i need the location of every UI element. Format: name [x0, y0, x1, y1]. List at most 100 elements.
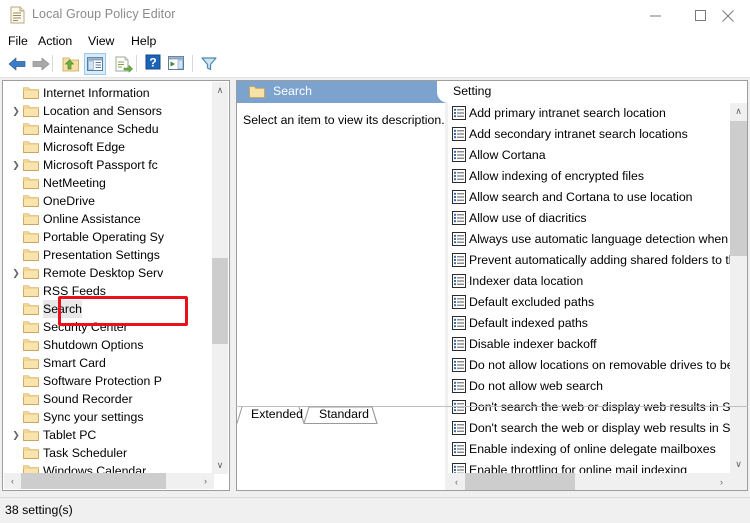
close-button[interactable] — [705, 0, 750, 31]
setting-row[interactable]: Allow search and Cortana to use location — [448, 187, 730, 208]
setting-row[interactable]: Disable indexer backoff — [448, 334, 730, 355]
setting-row[interactable]: Indexer data location — [448, 271, 730, 292]
setting-row[interactable]: Allow Cortana — [448, 145, 730, 166]
up-one-level-button[interactable] — [60, 53, 82, 75]
show-hide-action-pane-button[interactable] — [166, 53, 188, 75]
tree-item-onedrive[interactable]: OneDrive — [3, 192, 213, 210]
chevron-right-icon[interactable]: ❯ — [9, 426, 23, 444]
chevron-right-icon[interactable]: ❯ — [9, 264, 23, 282]
tree-item-location-and-sensors[interactable]: ❯Location and Sensors — [3, 102, 213, 120]
folder-icon — [23, 194, 39, 208]
tree-item-microsoft-passport-fc[interactable]: ❯Microsoft Passport fc — [3, 156, 213, 174]
document-policy-icon — [9, 6, 26, 24]
minimize-button[interactable] — [633, 0, 678, 31]
tree-item-presentation-settings[interactable]: Presentation Settings — [3, 246, 213, 264]
folder-icon — [23, 320, 39, 334]
settings-list-pane: Setting Add primary intranet search loca… — [448, 81, 747, 490]
setting-row[interactable]: Default excluded paths — [448, 292, 730, 313]
policy-setting-icon — [452, 253, 466, 267]
tab-shapes — [236, 406, 748, 424]
tree-item-remote-desktop-serv[interactable]: ❯Remote Desktop Serv — [3, 264, 213, 282]
tree-item-microsoft-edge[interactable]: Microsoft Edge — [3, 138, 213, 156]
folder-icon — [23, 374, 39, 388]
tree-item-task-scheduler[interactable]: Task Scheduler — [3, 444, 213, 462]
settings-scroll-up-arrow[interactable]: ∧ — [730, 103, 747, 120]
policy-tree[interactable]: Internet Information❯Location and Sensor… — [3, 84, 213, 477]
policy-setting-icon — [452, 358, 466, 372]
tree-item-internet-information[interactable]: Internet Information — [3, 84, 213, 102]
tree-item-tablet-pc[interactable]: ❯Tablet PC — [3, 426, 213, 444]
setting-row[interactable]: Always use automatic language detection … — [448, 229, 730, 250]
policy-setting-icon — [452, 106, 466, 120]
menu-action[interactable]: Action — [34, 33, 76, 49]
tree-horizontal-scrollbar[interactable]: ‹ › — [4, 473, 214, 489]
settings-horizontal-scrollbar[interactable]: ‹ › — [448, 473, 730, 490]
tree-item-label: Internet Information — [43, 84, 150, 102]
folder-icon — [23, 248, 39, 262]
settings-scroll-right-arrow[interactable]: › — [713, 473, 730, 490]
tree-scroll-right-arrow[interactable]: › — [197, 473, 214, 489]
tree-hscroll-thumb[interactable] — [21, 473, 166, 489]
policy-setting-icon — [452, 274, 466, 288]
setting-row[interactable]: Allow indexing of encrypted files — [448, 166, 730, 187]
setting-row[interactable]: Allow use of diacritics — [448, 208, 730, 229]
tree-item-software-protection-p[interactable]: Software Protection P — [3, 372, 213, 390]
setting-label: Allow Cortana — [469, 145, 546, 166]
tree-item-online-assistance[interactable]: Online Assistance — [3, 210, 213, 228]
setting-row[interactable]: Enable throttling for online mail indexi… — [448, 460, 730, 473]
export-list-button[interactable] — [112, 53, 134, 75]
filter-button[interactable] — [199, 53, 221, 75]
toolbar-separator — [136, 55, 137, 72]
tree-vscroll-thumb[interactable] — [212, 258, 228, 344]
window-title: Local Group Policy Editor — [32, 7, 176, 21]
chevron-right-icon[interactable]: ❯ — [9, 102, 23, 120]
tree-item-netmeeting[interactable]: NetMeeting — [3, 174, 213, 192]
tree-item-security-center[interactable]: Security Center — [3, 318, 213, 336]
tree-item-label: Sync your settings — [43, 408, 143, 426]
settings-scroll-left-arrow[interactable]: ‹ — [448, 473, 465, 490]
tree-item-search[interactable]: Search — [3, 300, 213, 318]
setting-row[interactable]: Add primary intranet search location — [448, 103, 730, 124]
menu-file[interactable]: File — [4, 33, 32, 49]
folder-icon — [23, 338, 39, 352]
tree-item-rss-feeds[interactable]: RSS Feeds — [3, 282, 213, 300]
tree-item-maintenance-schedu[interactable]: Maintenance Schedu — [3, 120, 213, 138]
setting-row[interactable]: Do not allow web search — [448, 376, 730, 397]
folder-icon — [23, 446, 39, 460]
settings-column-header[interactable]: Setting — [448, 81, 747, 103]
policy-setting-icon — [452, 232, 466, 246]
back-button[interactable] — [6, 53, 28, 75]
setting-row[interactable]: Prevent automatically adding shared fold… — [448, 250, 730, 271]
setting-row[interactable]: Do not allow locations on removable driv… — [448, 355, 730, 376]
settings-scroll-down-arrow[interactable]: ∨ — [730, 456, 747, 473]
tree-item-label: Presentation Settings — [43, 246, 160, 264]
tree-item-portable-operating-sy[interactable]: Portable Operating Sy — [3, 228, 213, 246]
settings-vscroll-thumb[interactable] — [730, 121, 747, 256]
tree-scroll-up-arrow[interactable]: ∧ — [212, 82, 228, 99]
tree-item-sound-recorder[interactable]: Sound Recorder — [3, 390, 213, 408]
menu-help[interactable]: Help — [127, 33, 160, 49]
forward-button[interactable] — [30, 53, 52, 75]
show-hide-console-tree-button[interactable] — [84, 53, 106, 75]
help-button[interactable]: ? — [144, 53, 166, 75]
tree-item-sync-your-settings[interactable]: Sync your settings — [3, 408, 213, 426]
setting-row[interactable]: Add secondary intranet search locations — [448, 124, 730, 145]
setting-label: Always use automatic language detection … — [469, 229, 730, 250]
tree-scroll-down-arrow[interactable]: ∨ — [212, 457, 228, 474]
tree-scroll-left-arrow[interactable]: ‹ — [4, 473, 21, 489]
policy-setting-icon — [452, 316, 466, 330]
chevron-right-icon[interactable]: ❯ — [9, 156, 23, 174]
menu-view[interactable]: View — [84, 33, 118, 49]
setting-label: Do not allow locations on removable driv… — [469, 355, 730, 376]
setting-row[interactable]: Enable indexing of online delegate mailb… — [448, 439, 730, 460]
folder-icon — [23, 212, 39, 226]
tree-item-shutdown-options[interactable]: Shutdown Options — [3, 336, 213, 354]
folder-icon — [23, 392, 39, 406]
setting-row[interactable]: Default indexed paths — [448, 313, 730, 334]
tree-item-smart-card[interactable]: Smart Card — [3, 354, 213, 372]
export-list-icon — [112, 64, 134, 78]
tree-vertical-scrollbar[interactable]: ∧ ∨ — [212, 82, 228, 474]
settings-hscroll-thumb[interactable] — [465, 473, 575, 490]
policy-setting-icon — [452, 442, 466, 456]
tree-item-label: Search — [43, 300, 82, 318]
